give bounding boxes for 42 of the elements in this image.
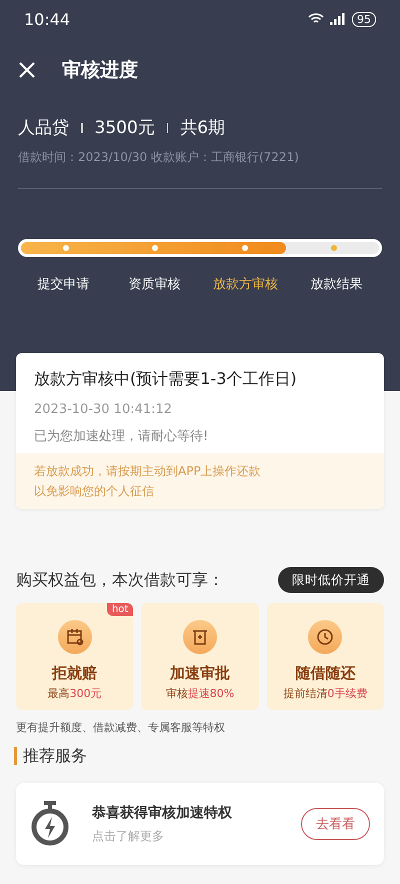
service-subtitle: 点击了解更多 [92,828,165,844]
signal-icon [330,13,346,25]
battery-level: 95 [352,12,376,26]
loan-detail: 借款时间：2023/10/30 收款账户：工商银行(7221) [18,149,382,189]
step-label: 放款方审核 [212,276,279,293]
view-button[interactable]: 去看看 [301,808,370,840]
calendar-icon [66,628,84,646]
service-card[interactable]: 恭喜获得审核加速特权 点击了解更多 去看看 [16,783,384,865]
stopwatch-icon [30,801,70,847]
step-dot [331,245,338,251]
loan-amount: 3500元 [94,117,155,139]
service-title: 恭喜获得审核加速特权 [92,804,233,822]
product-name: 人品贷 [18,117,69,139]
section-title: 购买权益包，本次借款可享： [16,570,224,590]
status-message: 已为您加速处理，请耐心等待! [34,428,210,445]
open-offer-button[interactable]: 限时低价开通 [278,567,384,593]
benefit-desc: 提前结清0手续费 [283,686,368,701]
benefit-card[interactable]: hot 拒就赔 最高300元 [16,603,134,710]
benefit-name: 拒就赔 [52,664,98,683]
step-label: 提交申请 [36,276,90,293]
step-label: 资质审核 [128,276,182,293]
benefit-desc: 审核提速80% [166,686,234,701]
loan-periods: 共6期 [180,117,226,139]
benefit-name: 加速审批 [170,664,230,683]
review-timestamp-text: 2023-10-30 10:41:12 [34,402,174,417]
notice-text: 若放款成功，请按期主动到APP上操作还款 [34,463,262,480]
status-title: 放款方审核中(预计需要1-3个工作日) [34,369,298,390]
step-label: 放款结果 [310,276,364,293]
page-title: 审核进度 [62,58,138,83]
clock-icon [316,628,334,646]
status-time: 10:44 [24,10,70,28]
ticket-icon [190,628,209,646]
hot-badge: hot [106,603,134,616]
wifi-icon [308,13,324,25]
benefit-desc: 最高300元 [48,686,102,701]
notice-text: 以免影响您的个人征信 [34,483,155,500]
benefit-card[interactable]: 随借随还 提前结清0手续费 [266,603,384,710]
benefit-card[interactable]: 加速审批 审核提速80% [141,603,259,710]
section-title: 推荐服务 [14,747,384,765]
benefit-footnote: 更有提升额度、借款减费、专属客服等特权 [16,720,226,735]
benefit-name: 随借随还 [295,664,356,683]
close-icon[interactable] [18,61,36,79]
